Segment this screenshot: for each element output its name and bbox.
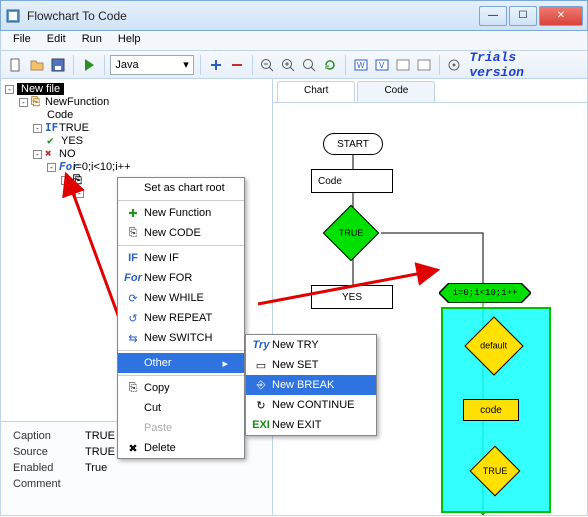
- window-title: Flowchart To Code: [27, 9, 479, 23]
- code-icon: ⎘: [122, 227, 144, 240]
- prop-source-value: TRUE: [85, 446, 115, 458]
- add-button[interactable]: [207, 55, 225, 75]
- switch-icon: ⇆: [122, 332, 144, 345]
- ctx-new-exit[interactable]: EXINew EXIT: [246, 415, 376, 435]
- repeat-icon: ↺: [122, 312, 144, 325]
- menu-run[interactable]: Run: [74, 31, 110, 50]
- chart-canvas[interactable]: START Code TRUE YES i=0;i<10;i++ default…: [273, 103, 587, 515]
- minimize-button[interactable]: —: [479, 6, 507, 26]
- export-svg-button[interactable]: [394, 55, 412, 75]
- if-icon: IF: [122, 252, 144, 264]
- export-visio-button[interactable]: V: [373, 55, 391, 75]
- flow-innercode[interactable]: code: [463, 399, 519, 421]
- zoom-fit-button[interactable]: [300, 55, 318, 75]
- prop-source-label: Source: [13, 446, 85, 458]
- ctx-paste: Paste: [118, 418, 244, 438]
- open-button[interactable]: [28, 55, 46, 75]
- chevron-right-icon: ▸: [222, 357, 228, 370]
- ctx-new-try[interactable]: TryNew TRY: [246, 335, 376, 355]
- ctx-other[interactable]: Other▸: [118, 353, 244, 373]
- prop-caption-value: TRUE: [85, 430, 115, 442]
- titlebar: Flowchart To Code — ☐ ✕: [0, 0, 588, 31]
- toolbar: Java ▾ W V Trials version: [0, 51, 588, 79]
- tabs: Chart Code: [273, 79, 587, 103]
- while-icon: ⟳: [122, 292, 144, 305]
- delete-icon: ✖: [122, 442, 144, 455]
- svg-text:W: W: [357, 61, 365, 70]
- ctx-new-break[interactable]: ⎆New BREAK: [246, 375, 376, 395]
- tab-code[interactable]: Code: [357, 81, 435, 102]
- ctx-cut[interactable]: Cut: [118, 398, 244, 418]
- app-icon: [5, 8, 21, 24]
- menubar: File Edit Run Help: [0, 31, 588, 51]
- prop-enabled-label: Enabled: [13, 462, 85, 474]
- ctx-delete[interactable]: ✖Delete: [118, 438, 244, 458]
- tree-no[interactable]: NO: [59, 148, 76, 160]
- zoom-in-button[interactable]: [279, 55, 297, 75]
- menu-file[interactable]: File: [5, 31, 39, 50]
- break-icon: ⎆: [250, 379, 272, 392]
- prop-caption-label: Caption: [13, 430, 85, 442]
- flow-for[interactable]: i=0;i<10;i++: [439, 283, 531, 303]
- flow-yes[interactable]: YES: [311, 285, 393, 309]
- exit-icon: EXI: [250, 419, 272, 431]
- ctx-new-repeat[interactable]: ↺New REPEAT: [118, 308, 244, 328]
- zoom-out-button[interactable]: [258, 55, 276, 75]
- language-combo[interactable]: Java ▾: [110, 55, 193, 75]
- plus-icon: ✚: [122, 207, 144, 220]
- ctx-new-while[interactable]: ⟳New WHILE: [118, 288, 244, 308]
- maximize-button[interactable]: ☐: [509, 6, 537, 26]
- run-button[interactable]: [80, 55, 98, 75]
- settings-button[interactable]: [445, 55, 463, 75]
- ctx-new-if[interactable]: IFNew IF: [118, 248, 244, 268]
- tree-code[interactable]: Code: [47, 109, 73, 121]
- close-button[interactable]: ✕: [539, 6, 583, 26]
- ctx-new-switch[interactable]: ⇆New SWITCH: [118, 328, 244, 348]
- tree-cond[interactable]: TRUE: [59, 122, 89, 134]
- svg-text:V: V: [379, 61, 385, 70]
- try-icon: Try: [250, 339, 272, 351]
- menu-edit[interactable]: Edit: [39, 31, 74, 50]
- continue-icon: ↻: [250, 399, 272, 412]
- new-button[interactable]: [7, 55, 25, 75]
- export-bmp-button[interactable]: [415, 55, 433, 75]
- for-icon: For: [122, 272, 144, 284]
- tree-for[interactable]: i=0;i<10;i++: [73, 161, 131, 173]
- export-word-button[interactable]: W: [352, 55, 370, 75]
- context-menu: Set as chart root ✚New Function ⎘New COD…: [117, 177, 245, 459]
- refresh-button[interactable]: [321, 55, 339, 75]
- save-button[interactable]: [49, 55, 67, 75]
- menu-help[interactable]: Help: [110, 31, 149, 50]
- ctx-new-code[interactable]: ⎘New CODE: [118, 223, 244, 243]
- ctx-new-continue[interactable]: ↻New CONTINUE: [246, 395, 376, 415]
- prop-enabled-value: True: [85, 462, 107, 474]
- tree-func[interactable]: NewFunction: [45, 96, 109, 108]
- flow-start[interactable]: START: [323, 133, 383, 155]
- tab-chart[interactable]: Chart: [277, 81, 355, 102]
- tree-yes[interactable]: YES: [61, 135, 83, 147]
- tree-root[interactable]: New file: [17, 83, 64, 95]
- chevron-down-icon: ▾: [183, 58, 189, 71]
- ctx-new-function[interactable]: ✚New Function: [118, 203, 244, 223]
- set-icon: ▭: [250, 359, 272, 372]
- flow-codebox[interactable]: Code: [311, 169, 393, 193]
- remove-button[interactable]: [228, 55, 246, 75]
- prop-comment-label: Comment: [13, 478, 85, 490]
- ctx-new-for[interactable]: ForNew FOR: [118, 268, 244, 288]
- context-submenu: TryNew TRY ▭New SET ⎆New BREAK ↻New CONT…: [245, 334, 377, 436]
- copy-icon: ⎘: [122, 382, 144, 395]
- trials-label: Trials version: [469, 50, 567, 80]
- ctx-new-set[interactable]: ▭New SET: [246, 355, 376, 375]
- ctx-copy[interactable]: ⎘Copy: [118, 378, 244, 398]
- language-value: Java: [115, 59, 138, 71]
- ctx-set-root[interactable]: Set as chart root: [118, 178, 244, 198]
